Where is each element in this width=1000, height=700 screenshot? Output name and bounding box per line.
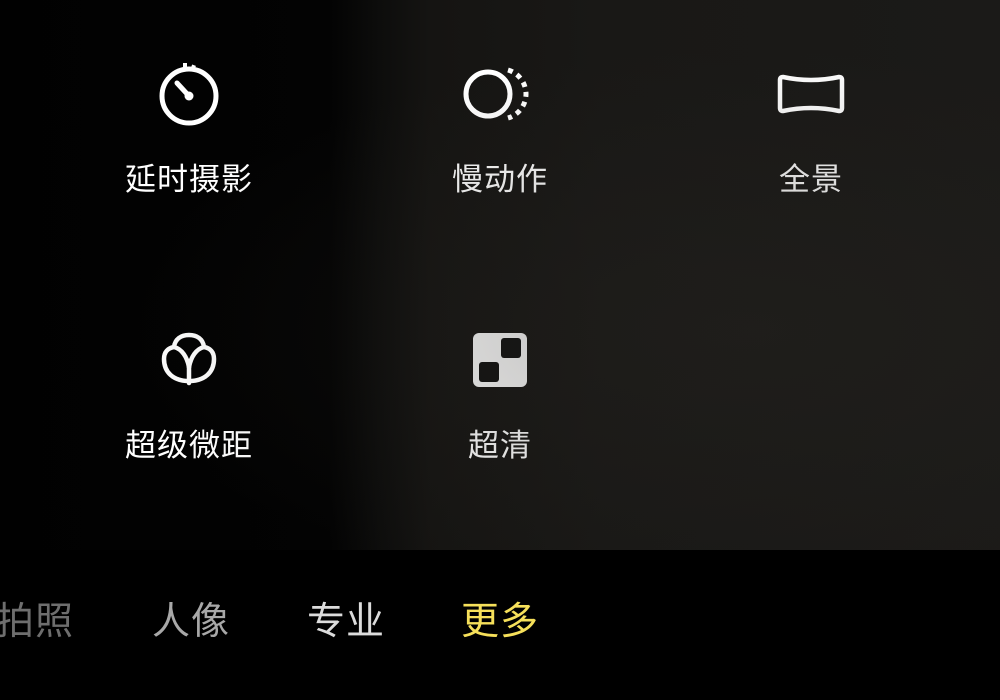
mode-label: 全景 xyxy=(779,162,843,198)
tab-pro[interactable]: 专业 xyxy=(307,590,385,645)
mode-super-macro[interactable]: 超级微距 xyxy=(79,320,299,490)
flower-icon xyxy=(149,320,229,400)
mode-label: 慢动作 xyxy=(452,162,548,198)
stopwatch-icon xyxy=(149,54,229,134)
panorama-icon xyxy=(771,54,851,134)
high-res-icon xyxy=(460,320,540,400)
slow-motion-icon xyxy=(460,54,540,134)
mode-slow-motion[interactable]: 慢动作 xyxy=(390,54,610,224)
camera-mode-tabbar: 拍照 人像 专业 更多 xyxy=(0,550,1000,700)
mode-label: 超清 xyxy=(468,428,532,464)
tab-photo[interactable]: 拍照 xyxy=(0,590,74,645)
mode-panorama[interactable]: 全景 xyxy=(701,54,921,224)
mode-label: 延时摄影 xyxy=(125,162,253,198)
tab-portrait[interactable]: 人像 xyxy=(152,590,230,645)
tab-more[interactable]: 更多 xyxy=(461,590,539,645)
mode-label: 超级微距 xyxy=(125,428,253,464)
camera-viewfinder: 延时摄影 慢动作 全景 超级微距 超清 xyxy=(0,0,1000,550)
mode-timelapse[interactable]: 延时摄影 xyxy=(79,54,299,224)
mode-super-hd[interactable]: 超清 xyxy=(390,320,610,490)
